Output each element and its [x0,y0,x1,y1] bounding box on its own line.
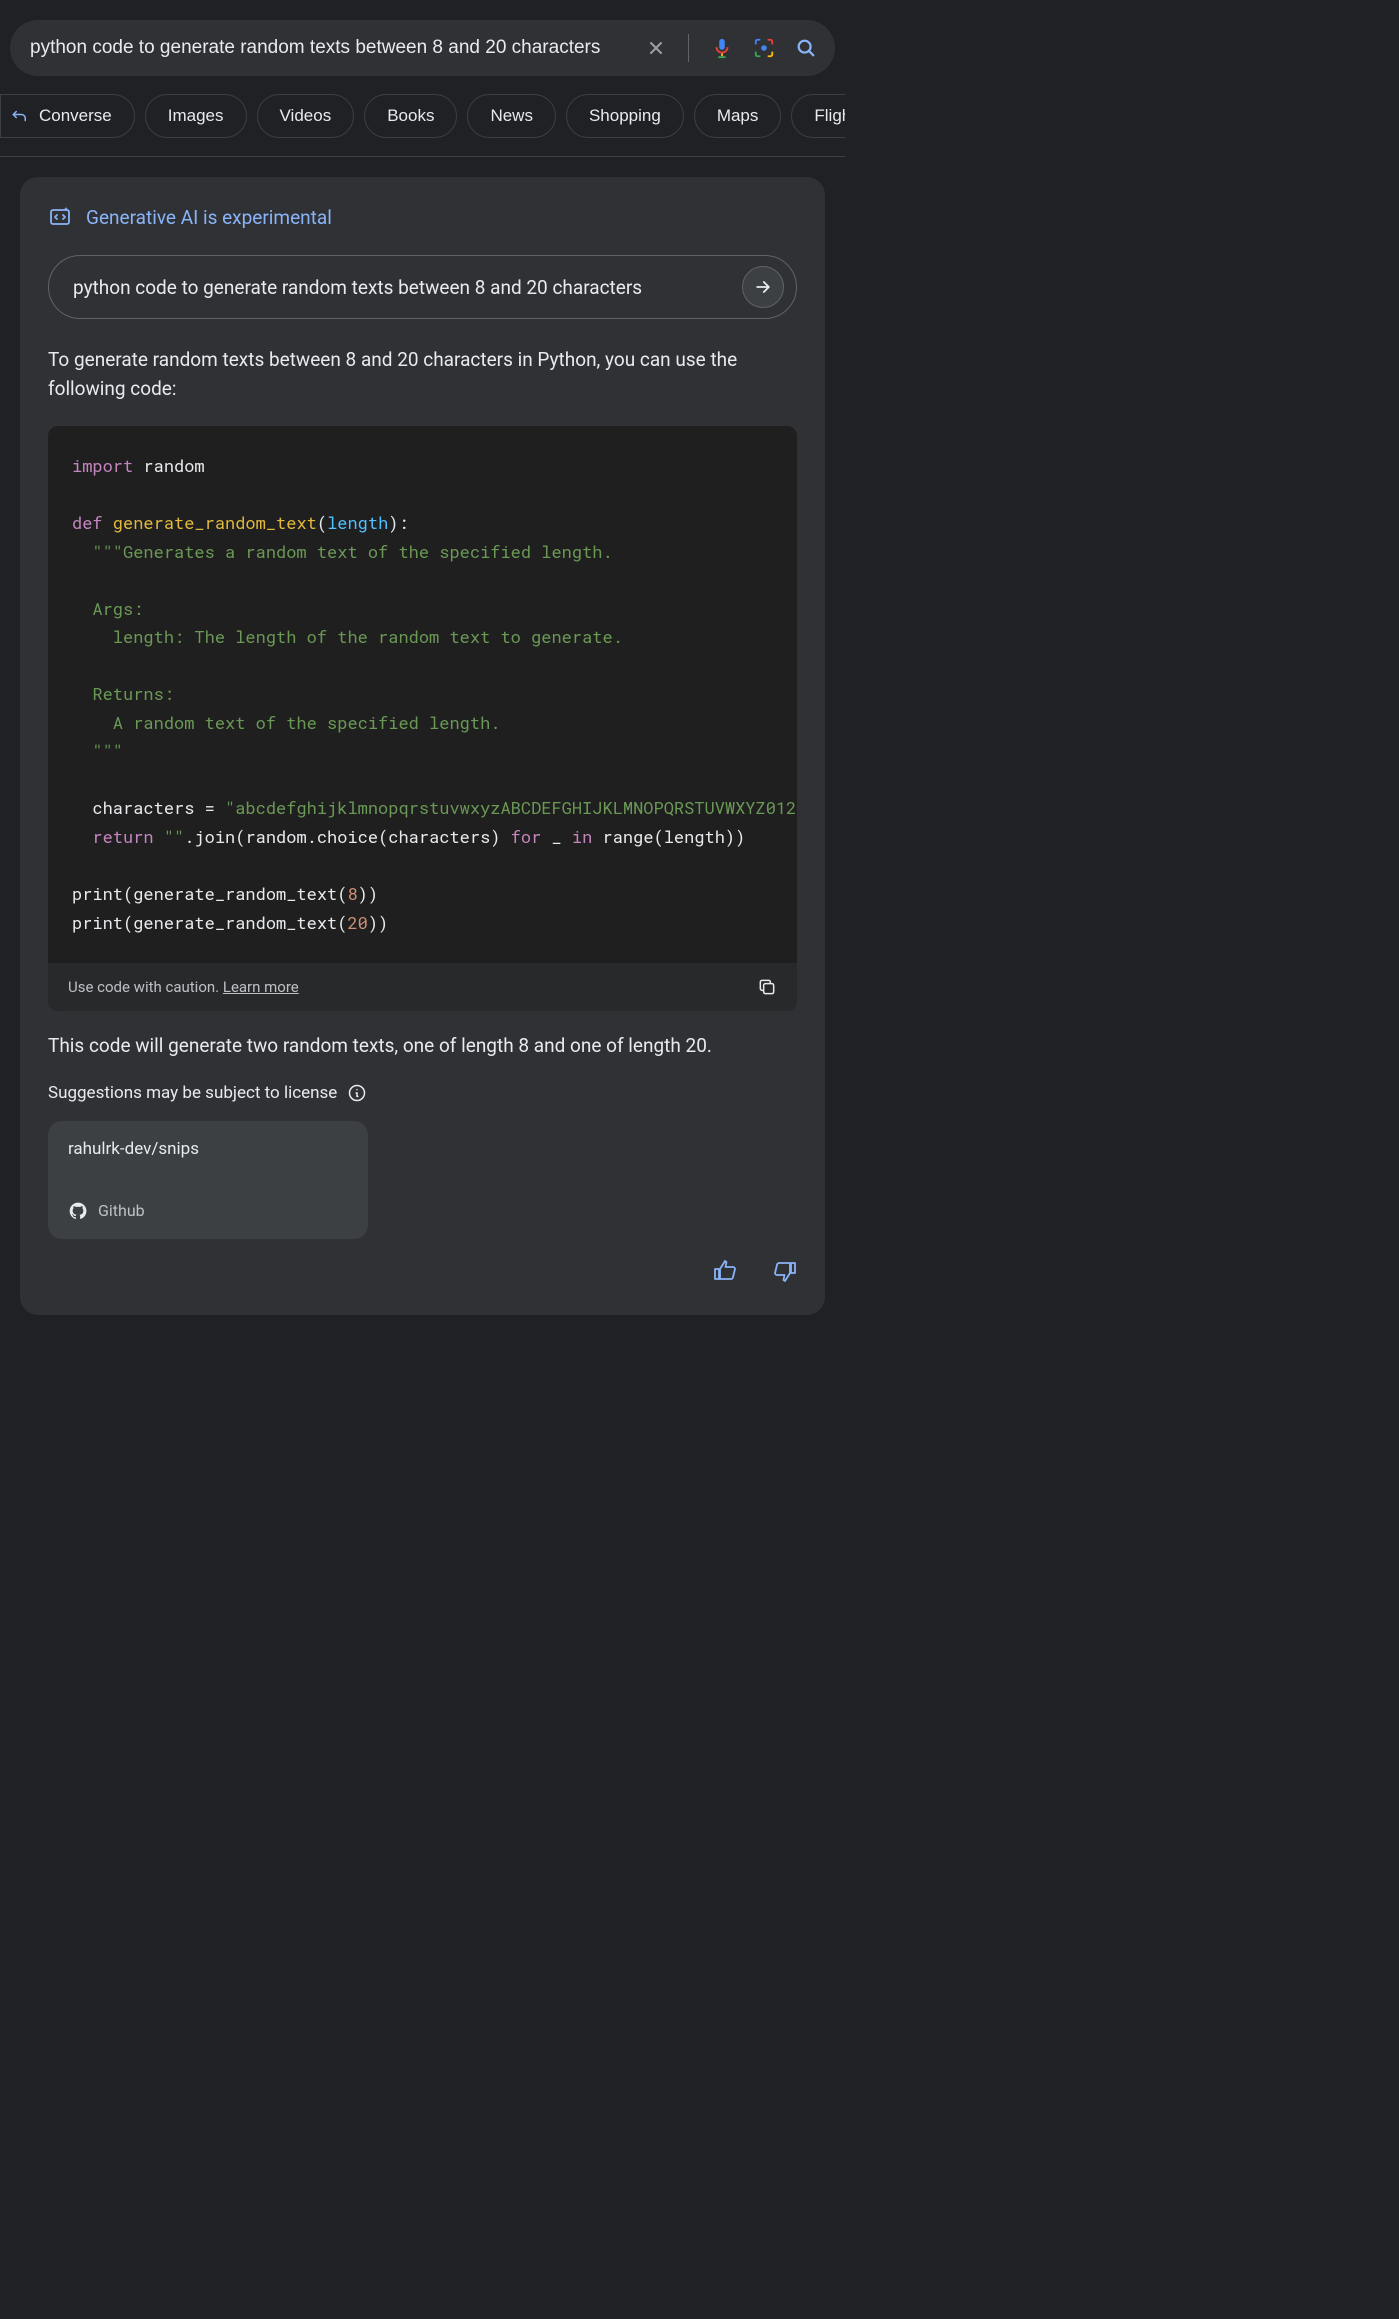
source-footer: Github [68,1201,348,1221]
chip-label: Maps [717,106,759,126]
clear-icon[interactable] [646,38,666,58]
copy-icon[interactable] [757,977,777,997]
code-block-wrap: import random def generate_random_text(l… [48,426,797,1011]
generative-ai-card: Generative AI is experimental python cod… [20,177,825,1315]
divider [688,34,689,62]
search-actions [646,34,817,62]
mic-icon[interactable] [711,37,733,59]
chip-label: Converse [39,106,112,126]
chip-label: News [490,106,533,126]
lens-icon[interactable] [753,37,775,59]
info-icon[interactable] [347,1083,367,1103]
github-icon [68,1201,88,1221]
filter-chips-row: Converse Images Videos Books News Shoppi… [0,76,845,157]
submit-prompt-button[interactable] [742,266,784,308]
suggestion-license-row: Suggestions may be subject to license [48,1083,797,1103]
chip-label: Shopping [589,106,661,126]
chip-flights[interactable]: Flights [791,94,845,138]
caution-text: Use code with caution. Learn more [68,978,299,996]
search-bar [10,20,835,76]
chip-maps[interactable]: Maps [694,94,782,138]
chip-label: Flights [814,106,845,126]
sparkle-code-icon [48,205,72,229]
chip-books[interactable]: Books [364,94,457,138]
ai-header: Generative AI is experimental [48,205,797,229]
ai-outro-text: This code will generate two random texts… [48,1031,797,1060]
source-title: rahulrk-dev/snips [68,1139,348,1159]
ai-intro-text: To generate random texts between 8 and 2… [48,345,797,404]
chip-label: Images [168,106,224,126]
learn-more-link[interactable]: Learn more [223,978,299,996]
search-input[interactable] [30,37,646,59]
ai-prompt-pill: python code to generate random texts bet… [48,255,797,319]
ai-header-text: Generative AI is experimental [86,206,332,229]
chip-converse[interactable]: Converse [0,94,135,138]
chip-label: Videos [280,106,332,126]
ai-prompt-text: python code to generate random texts bet… [73,276,728,299]
chip-videos[interactable]: Videos [257,94,355,138]
code-caution-bar: Use code with caution. Learn more [48,963,797,1011]
suggestion-label: Suggestions may be subject to license [48,1083,337,1103]
source-site: Github [98,1201,145,1220]
chip-images[interactable]: Images [145,94,247,138]
return-icon [11,107,29,125]
feedback-row [48,1239,797,1287]
chip-news[interactable]: News [467,94,556,138]
source-card[interactable]: rahulrk-dev/snips Github [48,1121,368,1239]
search-icon[interactable] [795,37,817,59]
thumbs-down-button[interactable] [773,1259,797,1287]
chip-shopping[interactable]: Shopping [566,94,684,138]
thumbs-up-button[interactable] [713,1259,737,1287]
code-block: import random def generate_random_text(l… [48,426,797,963]
chip-label: Books [387,106,434,126]
